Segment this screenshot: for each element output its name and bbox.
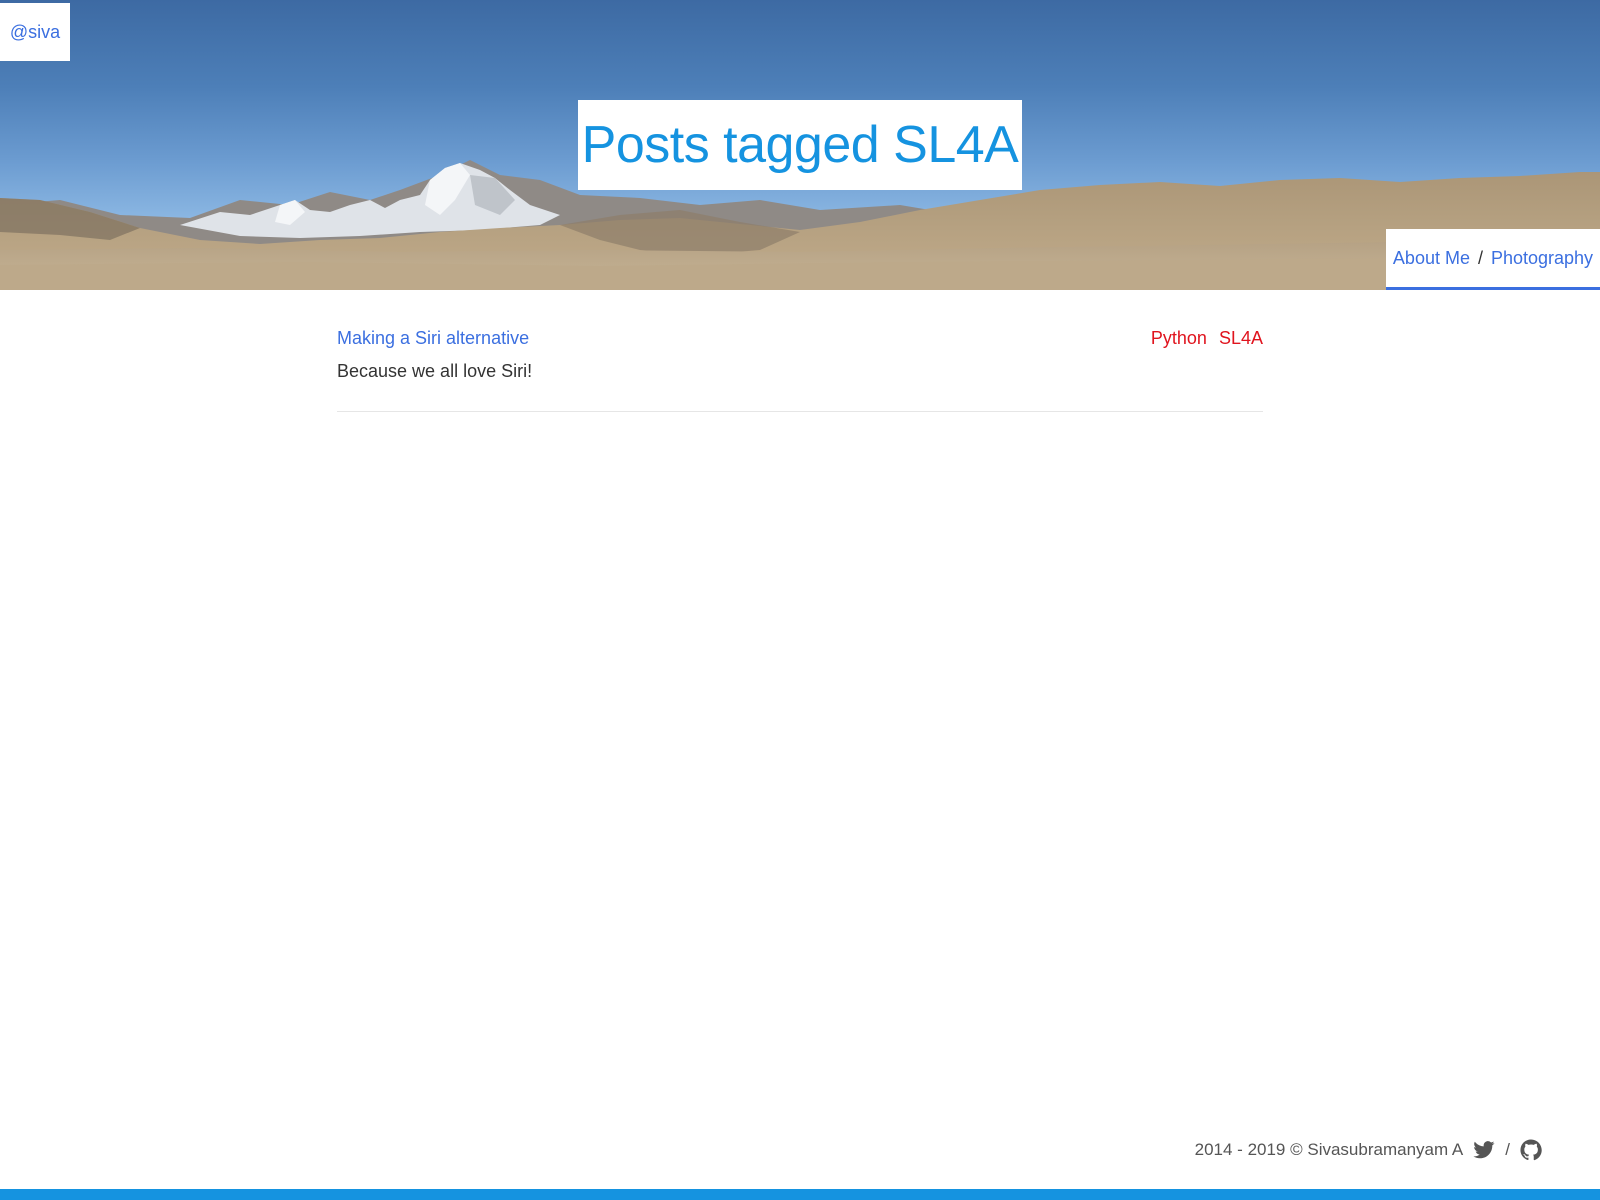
nav-about-me-link[interactable]: About Me [1393,248,1470,269]
top-nav: About Me / Photography [1386,229,1600,290]
bottom-accent-bar [0,1189,1600,1200]
nav-photography-link[interactable]: Photography [1491,248,1593,269]
handle-link[interactable]: @siva [10,22,60,43]
post-excerpt: Because we all love Siri! [337,361,533,381]
page-title-box: Posts tagged SL4A [578,100,1022,190]
hero-banner: @siva Posts tagged SL4A About Me / Photo… [0,0,1600,290]
post-list-item: Making a Siri alternative Python SL4A Be… [337,328,1263,412]
post-title-link[interactable]: Making a Siri alternative [337,328,529,349]
post-tags: Python SL4A [1151,328,1263,349]
github-icon[interactable] [1520,1139,1542,1161]
footer-separator: / [1505,1140,1510,1159]
footer: 2014 - 2019 © Sivasubramanyam A / [1195,1137,1542,1163]
nav-separator: / [1477,247,1483,268]
tag-python-link[interactable]: Python [1151,328,1207,349]
page: @siva Posts tagged SL4A About Me / Photo… [0,0,1600,1200]
twitter-icon[interactable] [1473,1141,1495,1159]
copyright-text: 2014 - 2019 © Sivasubramanyam A [1194,1140,1464,1159]
handle-link-box: @siva [0,3,70,61]
page-title: Posts tagged SL4A [581,116,1019,174]
tag-sl4a-link[interactable]: SL4A [1219,328,1263,349]
